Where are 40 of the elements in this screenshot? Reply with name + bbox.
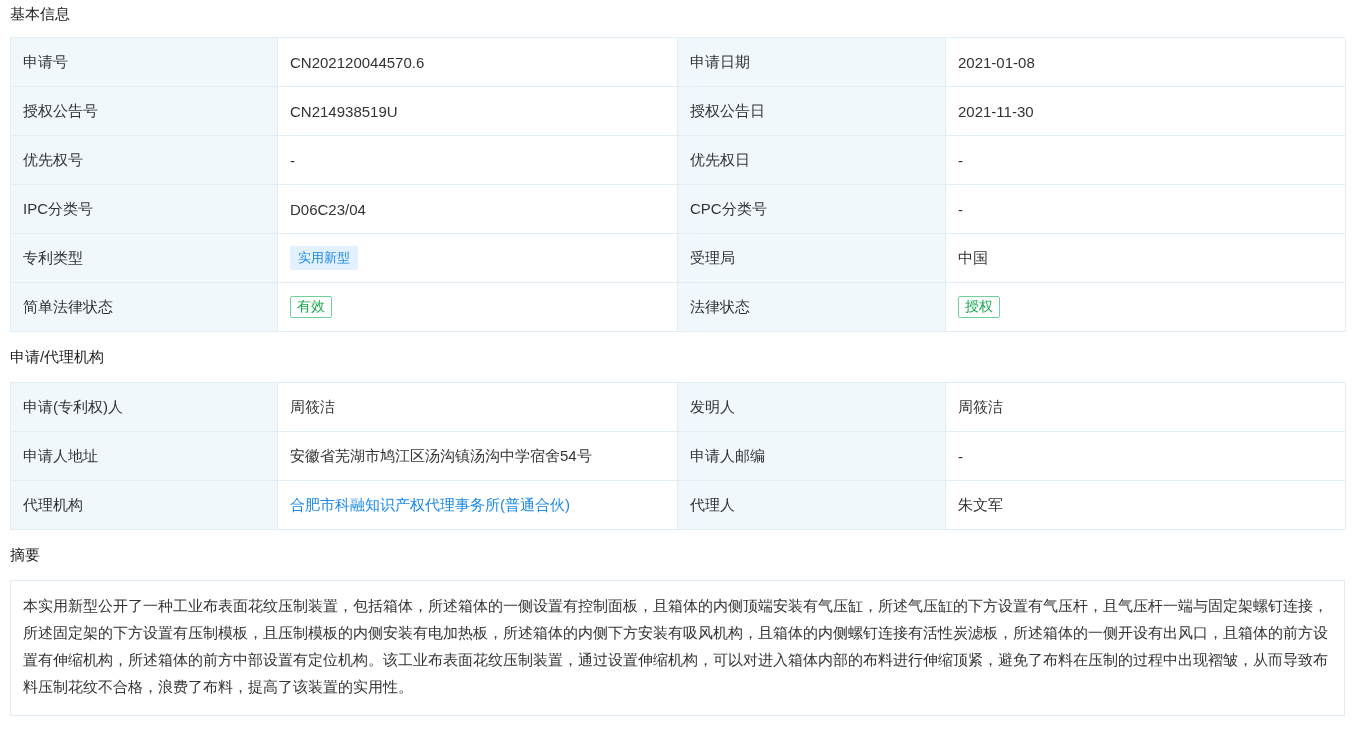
patent-type-tag: 实用新型	[290, 246, 358, 270]
field-value: D06C23/04	[290, 200, 366, 218]
label-cell: 受理局	[678, 234, 946, 283]
field-value: 安徽省芜湖市鸠江区汤沟镇汤沟中学宿舍54号	[290, 446, 592, 466]
label-cell: 申请(专利权)人	[11, 383, 278, 432]
field-value: 2021-11-30	[958, 102, 1034, 120]
label-cell: 授权公告日	[678, 87, 946, 136]
label-cell: 优先权号	[11, 136, 278, 185]
label-cell: 申请人邮编	[678, 432, 946, 481]
status-tag: 授权	[958, 296, 1000, 318]
field-value: -	[958, 447, 963, 465]
label-cell: CPC分类号	[678, 185, 946, 234]
abstract-paragraph: 本实用新型公开了一种工业布表面花纹压制装置，包括箱体，所述箱体的一侧设置有控制面板，且箱体的内侧顶端安装有气压缸，所述气压缸的下方设置有气压杆，且气压杆一端与固定架螺钉连接，所述固定架的下方设置有压制模板，且压制模板的内侧安装有电加热板，所述箱体的内侧下方安装有吸风机构，且箱体的内侧螺钉连接有活性炭滤板，所述箱体的一侧开设有出风口，且箱体的前方设置有伸缩机构，所述箱体的前方中部设置有定位机构。该工业布表面花纹压制装置，通过设置伸缩机构，可以对进入箱体内部的布料进行伸缩顶紧，避免了布料在压制的过程中出现褶皱，从而导致布料压制花纹不合格，浪费了布料，提高了该装置的实用性。	[10, 580, 1345, 716]
label-cell: 申请号	[11, 38, 278, 87]
label-cell: 申请人地址	[11, 432, 278, 481]
field-value: 周筱洁	[290, 397, 335, 417]
label-cell: 申请日期	[678, 38, 946, 87]
label-cell: IPC分类号	[11, 185, 278, 234]
label-cell: 代理人	[678, 481, 946, 530]
section-title: 摘要	[10, 544, 41, 565]
label-cell: 授权公告号	[11, 87, 278, 136]
agency-link[interactable]: 合肥市科融知识产权代理事务所(普通合伙)	[290, 495, 570, 515]
field-value: -	[958, 151, 963, 169]
label-cell: 优先权日	[678, 136, 946, 185]
field-value: CN214938519U	[290, 102, 398, 120]
status-tag: 有效	[290, 296, 332, 318]
field-value: 中国	[958, 248, 988, 268]
label-cell: 专利类型	[11, 234, 278, 283]
field-value: 周筱洁	[958, 397, 1003, 417]
field-value: CN202120044570.6	[290, 53, 425, 71]
field-value: 2021-01-08	[958, 53, 1035, 71]
label-cell: 代理机构	[11, 481, 278, 530]
label-cell: 简单法律状态	[11, 283, 278, 332]
field-value: 朱文军	[958, 495, 1003, 515]
field-value: -	[290, 151, 295, 169]
field-value: -	[958, 200, 963, 218]
label-cell: 法律状态	[678, 283, 946, 332]
label-cell: 发明人	[678, 383, 946, 432]
section-title: 基本信息	[10, 4, 71, 24]
section-title: 申请/代理机构	[10, 346, 106, 367]
